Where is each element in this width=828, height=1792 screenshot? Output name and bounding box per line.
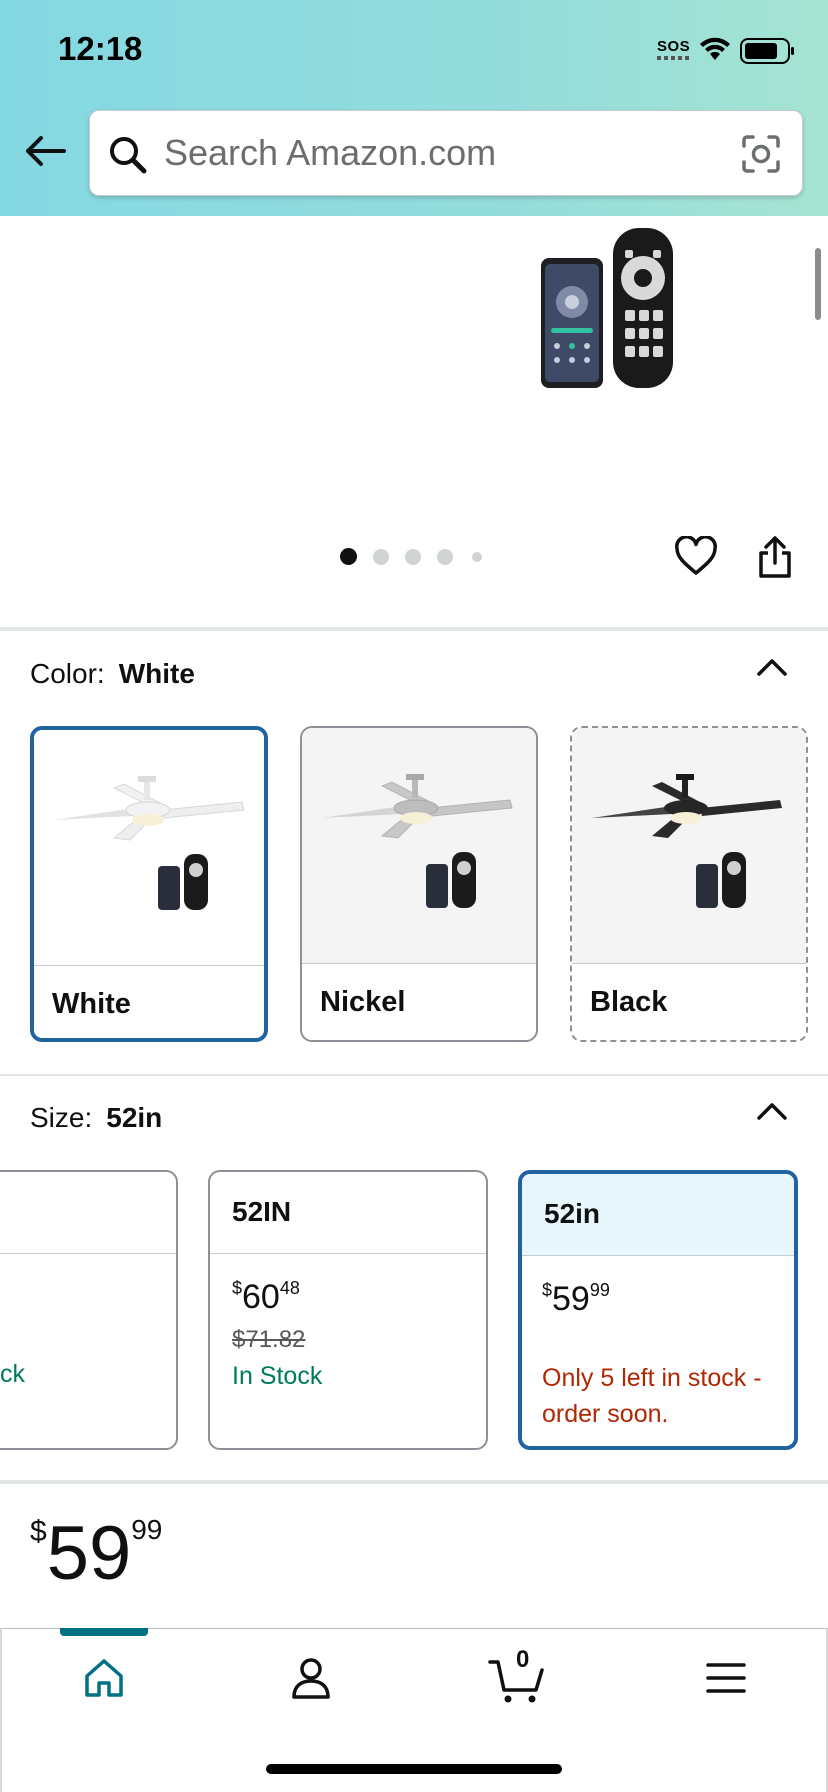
size-option-stock-warning: Only 5 left in stock - order soon. bbox=[542, 1364, 762, 1428]
sos-indicator: SOS bbox=[657, 38, 691, 55]
account-icon[interactable] bbox=[289, 1656, 333, 1700]
ceiling-fan-white-image bbox=[54, 776, 245, 910]
size-selector-label[interactable]: Size: 52in bbox=[30, 1102, 162, 1134]
price-currency: $ bbox=[30, 1515, 47, 1548]
chevron-up-icon[interactable] bbox=[756, 1101, 788, 1121]
color-swatch-image bbox=[34, 730, 264, 966]
selected-color-value: White bbox=[118, 658, 195, 689]
color-swatch-label: Black bbox=[590, 986, 668, 1018]
section-divider bbox=[0, 1074, 828, 1076]
search-icon bbox=[110, 137, 147, 174]
home-icon[interactable] bbox=[82, 1656, 126, 1700]
search-bar[interactable] bbox=[89, 110, 803, 196]
color-swatch-black[interactable]: Black bbox=[570, 726, 808, 1042]
color-label: Color: bbox=[30, 658, 105, 689]
home-indicator[interactable] bbox=[266, 1764, 562, 1774]
color-swatch-nickel[interactable]: Nickel bbox=[300, 726, 538, 1042]
heart-icon[interactable] bbox=[674, 536, 718, 576]
page-dot bbox=[405, 549, 421, 565]
size-option-partial[interactable] bbox=[0, 1170, 178, 1450]
chevron-up-icon[interactable] bbox=[756, 657, 788, 677]
size-option-stock: In Stock bbox=[232, 1362, 323, 1390]
battery-icon bbox=[740, 38, 794, 64]
active-tab-indicator bbox=[60, 1628, 148, 1636]
price-cents: 99 bbox=[131, 1514, 163, 1545]
menu-icon[interactable] bbox=[706, 1661, 746, 1695]
scrollbar[interactable] bbox=[815, 248, 821, 320]
price-whole: 60 bbox=[242, 1278, 280, 1316]
back-arrow-icon[interactable] bbox=[24, 135, 66, 167]
size-label: Size: bbox=[30, 1102, 93, 1133]
price-cents: 99 bbox=[589, 1280, 610, 1300]
size-option-list-price: $71.82 bbox=[232, 1326, 306, 1353]
product-price: $5999 bbox=[30, 1510, 162, 1597]
size-option-52IN[interactable]: 52IN $6048 $71.82 In Stock bbox=[208, 1170, 488, 1450]
wifi-icon bbox=[700, 37, 730, 60]
app-header: 12:18 SOS bbox=[0, 0, 828, 216]
size-option-price: $5999 bbox=[542, 1280, 610, 1318]
cart-count-badge: 0 bbox=[516, 1646, 530, 1673]
section-divider bbox=[0, 627, 828, 631]
page-dot bbox=[472, 552, 482, 562]
selected-size-value: 52in bbox=[106, 1102, 163, 1133]
page-dot-active bbox=[340, 548, 357, 565]
size-option-header bbox=[0, 1172, 176, 1254]
product-image-remote-and-phone[interactable] bbox=[535, 226, 679, 396]
ceiling-fan-black-image bbox=[592, 774, 782, 908]
signal-dots bbox=[657, 56, 689, 60]
size-option-header: 52IN bbox=[210, 1172, 486, 1254]
size-option-52in[interactable]: 52in $5999 Only 5 left in stock - order … bbox=[518, 1170, 798, 1450]
share-icon[interactable] bbox=[757, 535, 793, 579]
size-option-price: $6048 bbox=[232, 1278, 300, 1316]
color-swatch-white[interactable]: White bbox=[30, 726, 268, 1042]
status-time: 12:18 bbox=[58, 30, 143, 67]
size-option-name: 52IN bbox=[232, 1196, 292, 1227]
camera-lens-icon[interactable] bbox=[741, 134, 781, 174]
page-dot bbox=[373, 549, 389, 565]
color-selector-label[interactable]: Color: White bbox=[30, 658, 195, 690]
page-dot bbox=[437, 549, 453, 565]
section-divider bbox=[0, 1480, 828, 1484]
search-input[interactable] bbox=[164, 111, 724, 195]
price-whole: 59 bbox=[46, 1511, 132, 1596]
color-swatch-label: Nickel bbox=[320, 986, 406, 1018]
size-option-name: 52in bbox=[544, 1198, 601, 1229]
size-option-stock: ck bbox=[0, 1360, 25, 1388]
color-swatch-label: White bbox=[52, 988, 131, 1020]
color-swatch-image bbox=[302, 728, 536, 964]
size-option-header: 52in bbox=[522, 1174, 794, 1256]
price-cents: 48 bbox=[279, 1278, 300, 1298]
ceiling-fan-nickel-image bbox=[322, 774, 513, 908]
price-whole: 59 bbox=[552, 1280, 590, 1318]
color-swatch-image bbox=[572, 728, 806, 964]
